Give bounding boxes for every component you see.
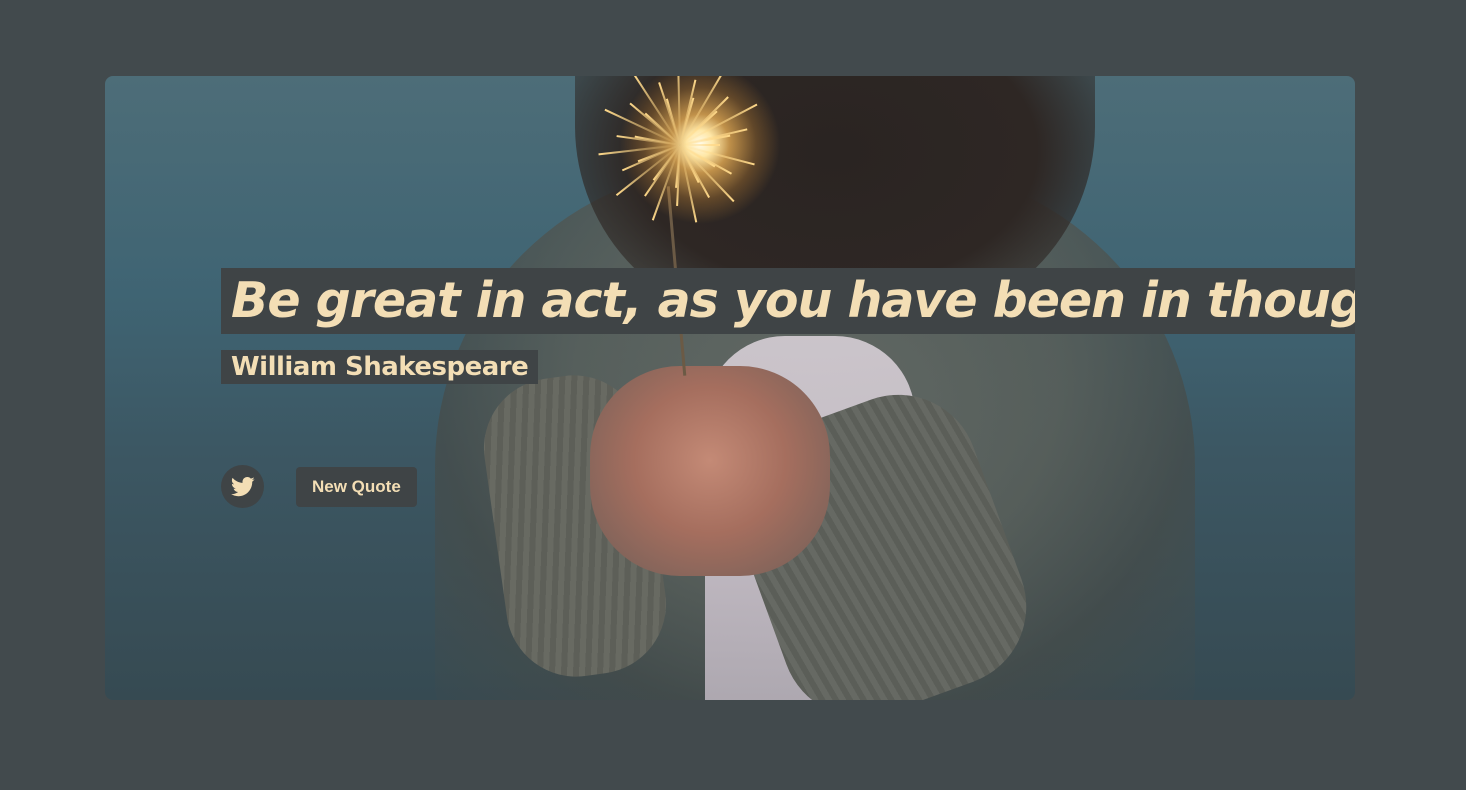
background-hands bbox=[590, 366, 830, 576]
twitter-icon bbox=[230, 476, 255, 496]
quote-text: Be great in act, as you have been in tho… bbox=[221, 268, 1355, 334]
tweet-button[interactable] bbox=[221, 465, 264, 508]
quote-author: William Shakespeare bbox=[221, 350, 539, 384]
quote-card: Be great in act, as you have been in tho… bbox=[105, 76, 1355, 700]
quote-actions: New Quote bbox=[221, 465, 417, 508]
quote-content: Be great in act, as you have been in tho… bbox=[221, 268, 1355, 384]
new-quote-button[interactable]: New Quote bbox=[296, 466, 417, 507]
